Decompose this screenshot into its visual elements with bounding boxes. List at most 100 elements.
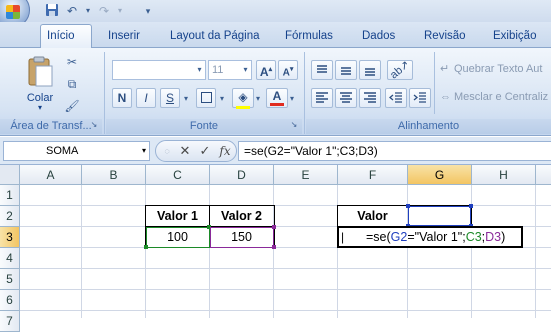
name-box-value: SOMA	[46, 145, 79, 157]
tab-label: Exibição	[493, 30, 537, 42]
cell-c3[interactable]: 100	[146, 227, 209, 248]
italic-button[interactable]: I	[136, 88, 156, 108]
cell-d2[interactable]: Valor 2	[210, 206, 273, 227]
font-color-dropdown-icon[interactable]: ▾	[288, 91, 296, 107]
row-header-1[interactable]: 1	[0, 185, 20, 206]
redo-icon[interactable]: ↷	[96, 3, 112, 19]
ribbon: Colar ▾ ✂ ⧉ 🖌 Área de Transf... ↘ ▾ 11 ▾…	[0, 48, 551, 136]
align-center-button[interactable]	[335, 88, 357, 108]
cancel-button[interactable]: ✕	[176, 143, 194, 159]
borders-icon	[200, 92, 212, 103]
row-header-3[interactable]: 3	[0, 227, 20, 248]
decrease-indent-button[interactable]	[385, 88, 407, 108]
text-cursor: |	[341, 230, 345, 244]
shrink-font-label: A	[282, 67, 290, 79]
font-launcher-icon[interactable]: ↘	[289, 119, 299, 131]
fill-color-button[interactable]: ◈	[232, 88, 254, 109]
orientation-icon: ab↗	[388, 58, 413, 82]
copy-icon[interactable]: ⧉	[64, 76, 80, 92]
grow-font-label: A	[259, 65, 269, 79]
undo-dropdown-icon[interactable]: ▾	[80, 3, 96, 19]
row-header-5[interactable]: 5	[0, 269, 20, 290]
enter-button[interactable]: ✓	[196, 143, 214, 159]
customize-toolbar-icon[interactable]: ▾	[140, 3, 156, 19]
fx-icon: fx	[219, 144, 231, 158]
tab-formulas[interactable]: Fórmulas	[279, 27, 339, 47]
column-header-f[interactable]: F	[338, 165, 408, 185]
clipboard-launcher-icon[interactable]: ↘	[89, 119, 99, 131]
wrap-text-button[interactable]: ↵ Quebrar Texto Aut	[440, 62, 551, 78]
fill-color-icon: ◈	[238, 90, 248, 104]
tab-label: Fórmulas	[285, 30, 333, 42]
underline-button[interactable]: S	[160, 88, 180, 108]
align-middle-button[interactable]	[335, 60, 357, 80]
insert-function-button[interactable]: fx	[216, 143, 234, 159]
formula-buttons: ◌ ✕ ✓ fx	[155, 140, 237, 162]
undo-icon[interactable]: ↶	[64, 3, 80, 19]
row-header-4[interactable]: 4	[0, 248, 20, 269]
column-header-h[interactable]: H	[472, 165, 536, 185]
bold-label: N	[117, 91, 127, 105]
orientation-button[interactable]: ab↗	[387, 58, 413, 82]
grow-font-button[interactable]: A▴	[256, 60, 276, 80]
align-right-icon	[364, 92, 376, 103]
tab-label: Revisão	[424, 30, 466, 42]
cancel-icon: ✕	[179, 143, 191, 158]
cell-f2[interactable]: Valor	[338, 206, 407, 227]
quick-access-toolbar: ↶ ▾ ↷ ▾ ▾	[0, 0, 551, 28]
font-color-button[interactable]: A	[266, 88, 288, 108]
ribbon-tabs: Início Inserir Layout da Página Fórmulas…	[0, 22, 551, 49]
column-header-a[interactable]: A	[20, 165, 82, 185]
tab-layout[interactable]: Layout da Página	[164, 27, 266, 47]
shrink-font-button[interactable]: A▾	[278, 60, 298, 80]
row-header-7[interactable]: 7	[0, 311, 20, 332]
fill-dropdown-icon[interactable]: ▾	[254, 91, 262, 107]
align-middle-icon	[341, 67, 351, 75]
merge-center-icon: ⇔	[440, 91, 451, 103]
tab-label: Início	[47, 30, 75, 42]
borders-dropdown-icon[interactable]: ▾	[218, 91, 226, 107]
align-bottom-button[interactable]	[359, 60, 381, 80]
tab-inserir[interactable]: Inserir	[102, 27, 146, 47]
align-left-button[interactable]	[311, 88, 333, 108]
tab-dados[interactable]: Dados	[356, 27, 401, 47]
row-header-2[interactable]: 2	[0, 206, 20, 227]
align-top-icon	[317, 65, 327, 73]
column-header-g[interactable]: G	[408, 165, 472, 185]
save-icon[interactable]	[44, 3, 60, 19]
format-painter-icon[interactable]: 🖌	[64, 98, 80, 114]
align-right-button[interactable]	[359, 88, 381, 108]
name-box[interactable]: SOMA ▾	[3, 141, 150, 161]
clipboard-group-label: Área de Transf...	[0, 119, 102, 134]
merge-center-button[interactable]: ⇔ Mesclar e Centraliz	[440, 91, 551, 107]
cell-c2[interactable]: Valor 1	[146, 206, 209, 227]
borders-button[interactable]	[196, 88, 216, 108]
increase-indent-button[interactable]	[409, 88, 431, 108]
column-header-e[interactable]: E	[274, 165, 338, 185]
underline-dropdown-icon[interactable]: ▾	[182, 91, 190, 107]
paste-button[interactable]: Colar ▾	[20, 52, 60, 114]
column-header-b[interactable]: B	[82, 165, 146, 185]
font-name-combo[interactable]: ▾	[112, 60, 206, 80]
bold-button[interactable]: N	[112, 88, 132, 108]
tab-label: Layout da Página	[170, 30, 260, 42]
tab-label: Inserir	[108, 30, 140, 42]
align-bottom-icon	[365, 68, 375, 76]
redo-dropdown-icon[interactable]: ▾	[112, 3, 128, 19]
cell-d3[interactable]: 150	[210, 227, 273, 248]
font-size-combo[interactable]: 11 ▾	[208, 60, 252, 80]
spreadsheet-grid[interactable]: A B C D E F G H 1 2 3 4 5 6 7 Valor 1 Va…	[0, 165, 551, 332]
cut-icon[interactable]: ✂	[64, 54, 80, 70]
font-size-value: 11	[212, 64, 224, 76]
select-all-corner[interactable]	[0, 165, 20, 185]
row-header-6[interactable]: 6	[0, 290, 20, 311]
tab-revisao[interactable]: Revisão	[418, 27, 472, 47]
decrease-indent-icon	[388, 92, 402, 103]
column-header-d[interactable]: D	[210, 165, 274, 185]
column-header-c[interactable]: C	[146, 165, 210, 185]
formula-input[interactable]: =se(G2="Valor 1";C3;D3)	[238, 141, 551, 161]
align-top-button[interactable]	[311, 60, 333, 80]
column-header-i[interactable]	[536, 165, 551, 185]
tab-exibicao[interactable]: Exibição	[487, 27, 542, 47]
tab-inicio[interactable]: Início	[40, 24, 92, 49]
